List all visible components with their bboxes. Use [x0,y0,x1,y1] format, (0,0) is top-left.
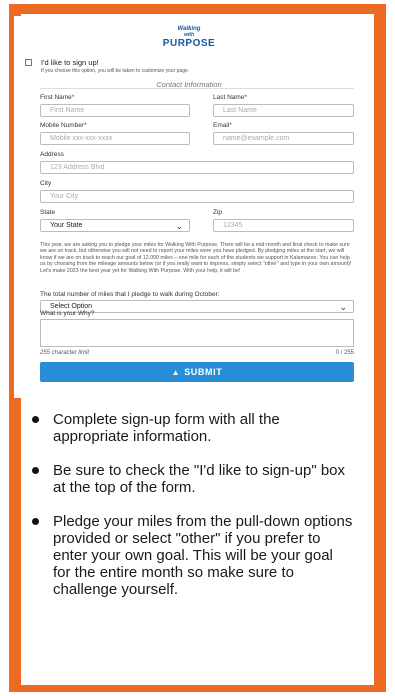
email-input[interactable]: name@example.com [213,132,354,145]
state-select[interactable]: Your State ⌄ [40,219,190,232]
signup-note: If you choose this option, you will be t… [41,68,190,74]
address-input[interactable]: 123 Address Blvd [40,161,354,174]
city-input[interactable]: Your City [40,190,354,203]
why-label: What is your Why? [40,310,95,317]
mobile-number-label: Mobile Number* [40,122,87,129]
last-name-input[interactable]: Last Name [213,104,354,117]
zip-input[interactable]: 12345 [213,219,354,232]
chevron-down-icon: ⌄ [175,221,183,231]
first-name-input[interactable]: First Name [40,104,190,117]
city-label: City [40,180,52,187]
bullet-icon [32,416,39,423]
pledge-label: The total number of miles that I pledge … [40,291,220,298]
address-label: Address [40,151,64,158]
why-textarea[interactable] [40,319,354,347]
chevron-down-icon: ⌄ [339,302,347,312]
signup-label: I'd like to sign up! [41,58,99,67]
email-label: Email* [213,122,232,129]
pledge-description: This year, we are asking you to pledge y… [40,242,352,274]
bullet-icon [32,467,39,474]
character-counter: 0 / 255 [335,350,354,356]
lock-icon: ▲ [171,368,181,377]
list-item: Be sure to check the "I'd like to sign-u… [23,462,353,496]
signup-checkbox[interactable] [25,59,32,66]
list-item: Complete sign-up form with all the appro… [23,411,353,445]
mobile-number-input[interactable]: Mobile xxx-xxx-xxxx [40,132,190,145]
contact-divider [40,88,354,89]
character-limit-note: 255 character limit [40,350,90,356]
state-label: State [40,209,56,216]
last-name-label: Last Name* [213,94,247,101]
submit-label: SUBMIT [184,367,223,377]
signup-form-screenshot: Walking with PURPOSE I'd like to sign up… [14,16,364,398]
signup-option[interactable]: I'd like to sign up! If you choose this … [25,58,190,74]
first-name-label: First Name* [40,94,75,101]
list-item: Pledge your miles from the pull-down opt… [23,513,353,598]
walking-with-purpose-logo: Walking with PURPOSE [162,26,216,49]
instructions-list: Complete sign-up form with all the appro… [23,405,353,598]
bullet-icon [32,518,39,525]
submit-button[interactable]: ▲ SUBMIT [40,362,354,382]
zip-label: Zip [213,209,223,216]
